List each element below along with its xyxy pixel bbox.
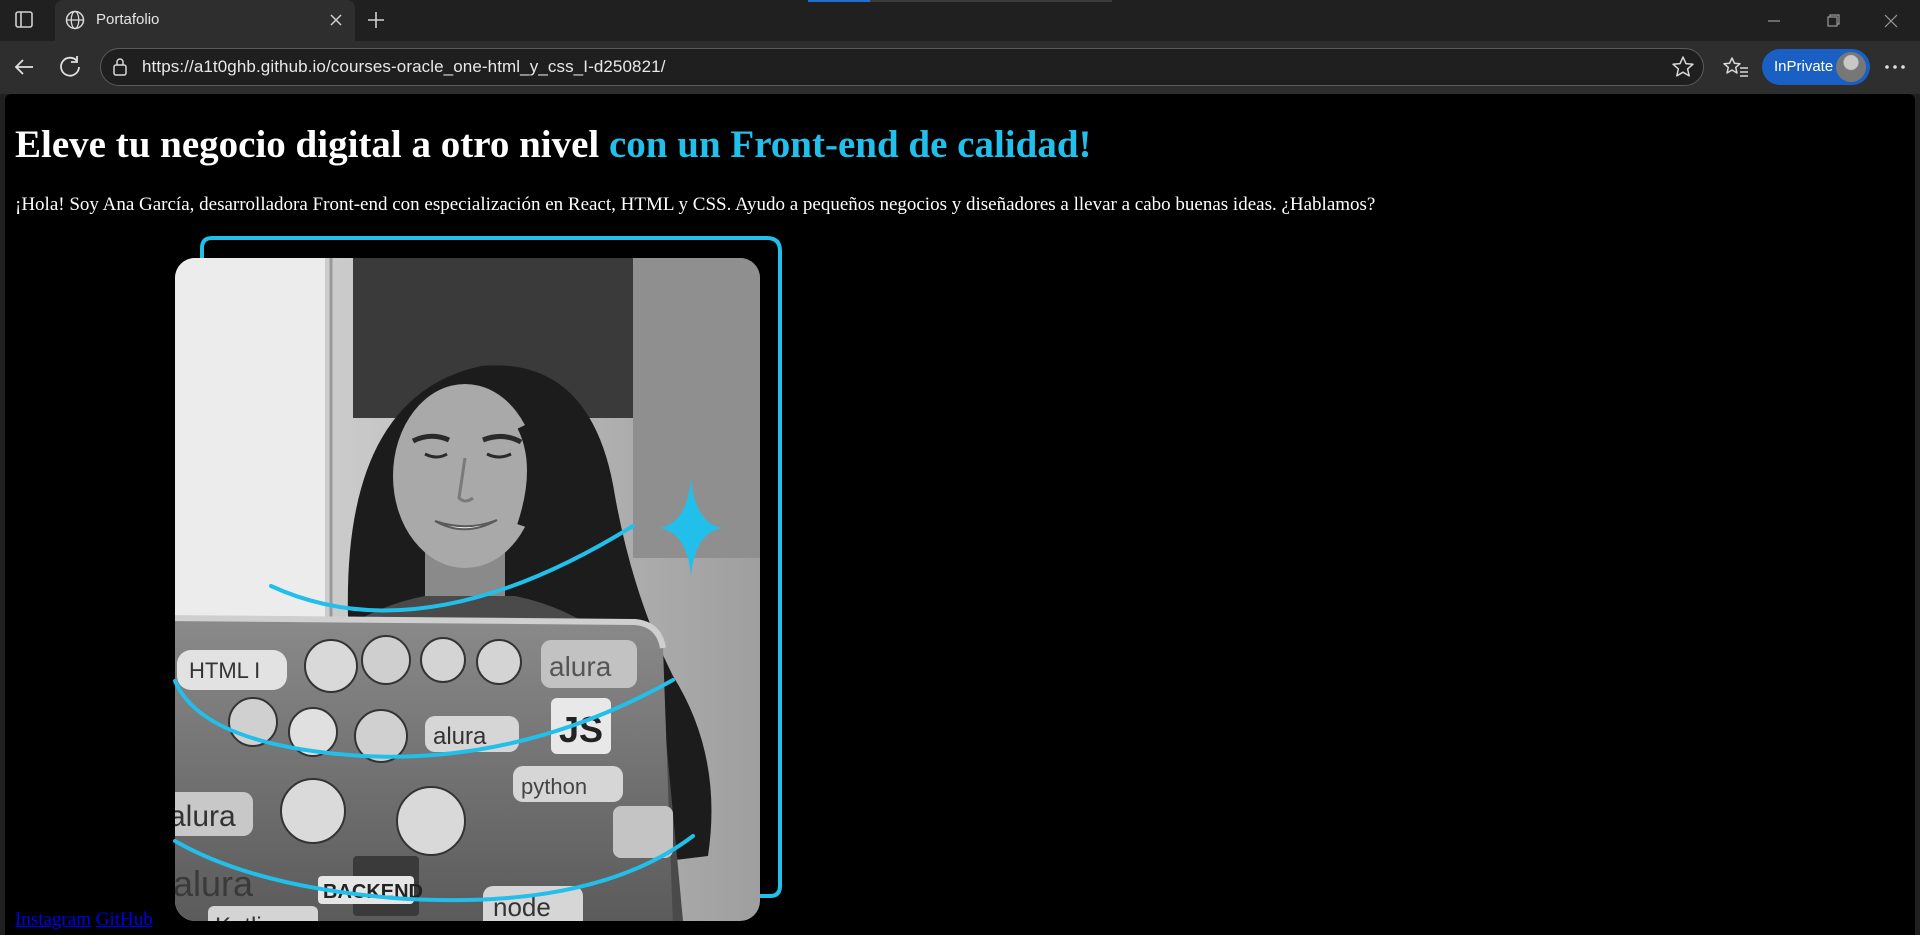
- tab-title: Portafolio: [96, 11, 160, 28]
- sticker-alura-1: alura: [549, 651, 612, 682]
- new-tab-icon[interactable]: [364, 8, 388, 32]
- inprivate-label: InPrivate: [1774, 58, 1834, 75]
- github-link[interactable]: GitHub: [96, 909, 153, 930]
- browser-toolbar: https://a1t0ghb.github.io/courses-oracle…: [0, 41, 1920, 94]
- heading-highlight: con un Front-end de calidad!: [609, 123, 1092, 166]
- sticker-kotlin: Kotlin: [215, 913, 275, 926]
- sticker-python: python: [521, 774, 587, 799]
- tab-strip: Portafolio: [0, 0, 1920, 41]
- favorites-icon[interactable]: [1722, 54, 1750, 80]
- refresh-icon[interactable]: [55, 52, 85, 82]
- close-tab-icon[interactable]: [326, 10, 346, 30]
- hero-image: HTML I alura JS alura python alura BACKE…: [163, 236, 787, 926]
- minimize-icon[interactable]: [1754, 8, 1794, 34]
- profile-avatar: [1836, 52, 1866, 82]
- sticker-alura-2: alura: [433, 723, 487, 750]
- instagram-link[interactable]: Instagram: [15, 909, 91, 930]
- intro-paragraph: ¡Hola! Soy Ana García, desarrolladora Fr…: [15, 194, 1376, 215]
- back-arrow-icon[interactable]: [9, 52, 39, 82]
- more-options-icon[interactable]: [1880, 52, 1910, 82]
- inprivate-button[interactable]: InPrivate: [1762, 49, 1870, 85]
- page-viewport: Eleve tu negocio digital a otro nivel co…: [5, 94, 1915, 935]
- social-links: Instagram GitHub: [15, 909, 153, 931]
- restore-icon[interactable]: [1813, 8, 1853, 34]
- page-heading: Eleve tu negocio digital a otro nivel co…: [15, 122, 1092, 167]
- close-window-icon[interactable]: [1870, 8, 1910, 34]
- globe-icon: [64, 9, 86, 31]
- heading-main: Eleve tu negocio digital a otro nivel: [15, 123, 609, 166]
- tab-drag-indicator-track: [870, 0, 1112, 2]
- lock-icon[interactable]: [110, 56, 130, 78]
- sticker-html: HTML I: [189, 658, 260, 683]
- tab-actions-icon[interactable]: [10, 9, 38, 31]
- url-text[interactable]: https://a1t0ghb.github.io/courses-oracle…: [142, 57, 666, 77]
- sticker-alura-3: alura: [169, 800, 236, 833]
- tab-drag-indicator: [808, 0, 870, 2]
- favorite-star-icon[interactable]: [1670, 54, 1696, 80]
